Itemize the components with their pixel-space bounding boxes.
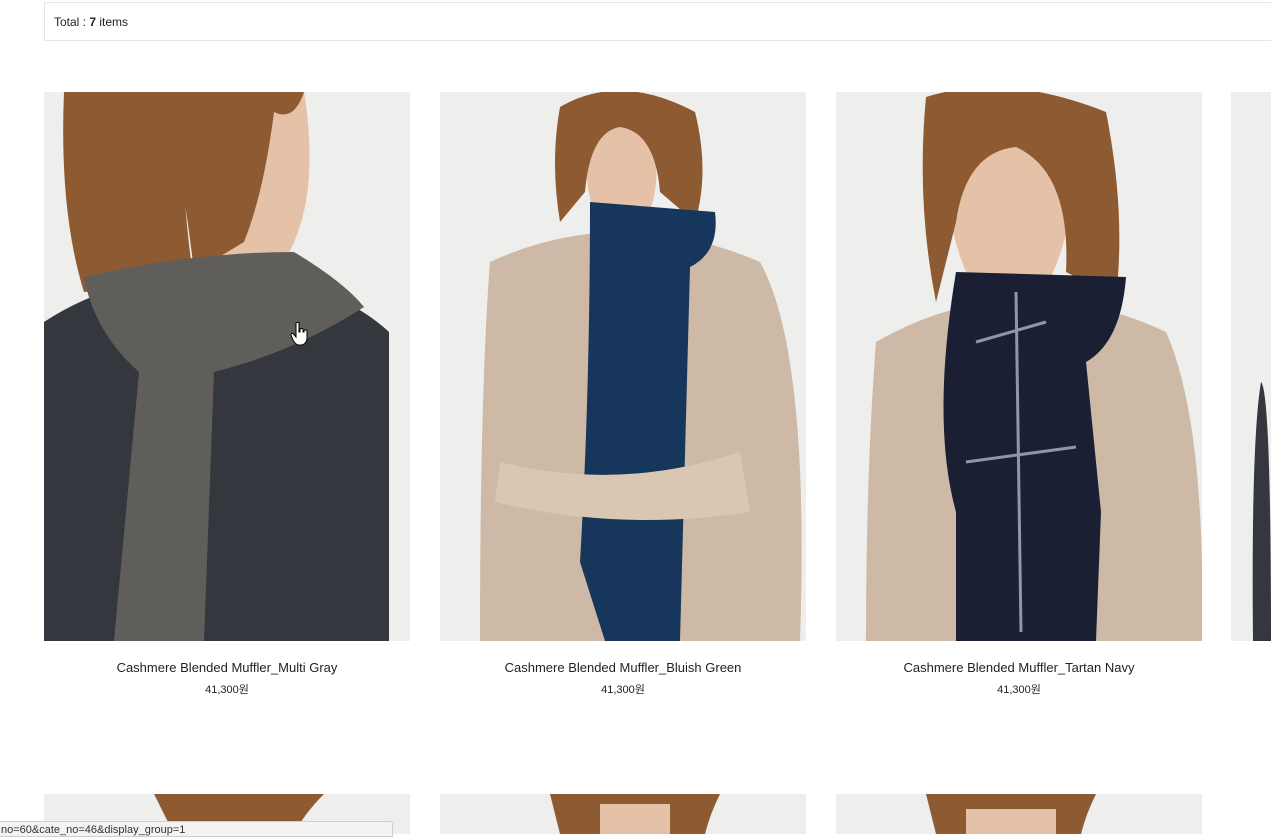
product-image-link[interactable] bbox=[440, 92, 806, 641]
product-card: Cashmere Blended Muffler_Bluish Green 41… bbox=[440, 92, 806, 697]
product-price: 41,300원 bbox=[997, 684, 1041, 696]
product-name-link[interactable]: Cashmere Blended Muffler_Multi Gray bbox=[44, 660, 410, 675]
product-photo bbox=[550, 794, 720, 834]
total-items-bar: Total : 7 items bbox=[44, 2, 1271, 41]
product-price: 41,300원 bbox=[205, 684, 249, 696]
product-photo bbox=[926, 794, 1096, 834]
product-photo bbox=[836, 92, 1202, 641]
link-status-bar: no=60&cate_no=46&display_group=1 bbox=[0, 821, 393, 837]
product-image-link[interactable] bbox=[836, 92, 1202, 641]
product-name-link[interactable]: Cashmere Blended Muffler_Bluish Green bbox=[440, 660, 806, 675]
product-photo bbox=[44, 92, 410, 641]
product-image-link[interactable] bbox=[44, 92, 410, 641]
product-photo bbox=[440, 92, 806, 641]
product-name-link[interactable]: Cashmere Blended Muffler_Tartan Navy bbox=[836, 660, 1202, 675]
product-card: Cashmere Blended Muffler_Tartan Navy 41,… bbox=[836, 92, 1202, 697]
product-photo-partial bbox=[1231, 92, 1271, 641]
total-suffix: items bbox=[96, 15, 129, 29]
total-prefix: Total : bbox=[54, 15, 90, 29]
product-card: Cashmere Blended Muffler_Multi Gray 41,3… bbox=[44, 92, 410, 697]
product-card-partial[interactable] bbox=[1231, 92, 1271, 641]
product-card[interactable] bbox=[836, 794, 1202, 834]
product-card[interactable] bbox=[440, 794, 806, 834]
product-price: 41,300원 bbox=[601, 684, 645, 696]
